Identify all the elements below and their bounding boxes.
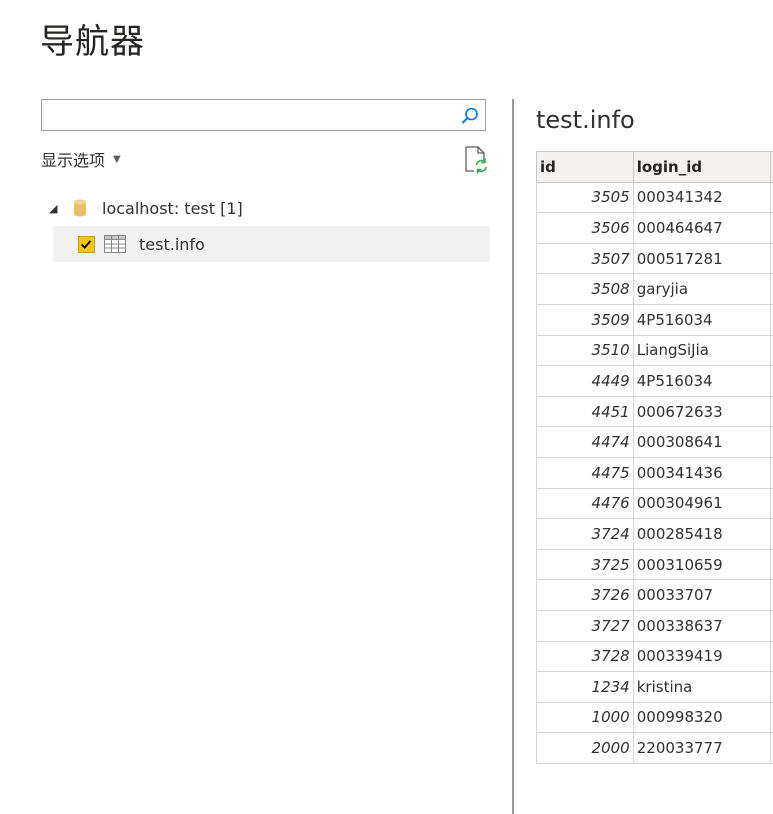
cell-login-id: 000304961: [632, 487, 771, 520]
cell-id: 3510: [536, 334, 634, 367]
cell-id: 4449: [536, 365, 634, 397]
cell-login-id: 000672633: [632, 395, 771, 428]
chevron-down-icon: ▼: [113, 153, 121, 165]
search-box[interactable]: [41, 99, 486, 131]
table-row: 1234 kristina: [536, 671, 773, 703]
cell-login-id: 4P516034: [632, 303, 771, 336]
database-icon: [74, 199, 86, 217]
table-row: 4449 4P516034: [536, 365, 773, 397]
cell-login-id: 000341436: [632, 456, 771, 489]
cell-id: 1000: [536, 701, 634, 734]
table-row: 3725 000310659: [536, 548, 773, 581]
cell-login-id: 00033707: [632, 579, 771, 611]
table-row: 3505 000341342: [536, 181, 773, 214]
cell-login-id: 4P516034: [632, 365, 771, 397]
page-title: 导航器: [40, 22, 145, 62]
cell-id: 4476: [536, 487, 634, 520]
cell-id: 3725: [536, 548, 634, 581]
table-row: 1000 000998320: [536, 701, 773, 734]
tree-item-table[interactable]: test.info: [53, 226, 490, 262]
cell-login-id: 000517281: [632, 242, 771, 275]
cell-id: 4451: [536, 395, 634, 428]
search-input[interactable]: [48, 104, 452, 128]
table-row: 3728 000339419: [536, 640, 773, 673]
cell-id: 4475: [536, 456, 634, 489]
pane-divider[interactable]: [512, 99, 514, 814]
checkmark-icon: [81, 239, 92, 249]
table-row: 3506 000464647: [536, 212, 773, 244]
table-row: 3507 000517281: [536, 242, 773, 275]
table-row: 4476 000304961: [536, 487, 773, 520]
cell-login-id: 000341342: [632, 181, 771, 214]
display-options-dropdown[interactable]: 显示选项 ▼: [41, 148, 121, 170]
cell-id: 3727: [536, 609, 634, 642]
cell-id: 3728: [536, 640, 634, 673]
tree-item-server[interactable]: ◢ localhost: test [1]: [49, 190, 490, 226]
cell-login-id: 000339419: [632, 640, 771, 673]
table-row: 3727 000338637: [536, 609, 773, 642]
triangle-expanded-icon[interactable]: ◢: [49, 202, 69, 215]
cell-id: 2000: [536, 732, 634, 764]
cell-login-id: 000285418: [632, 518, 771, 550]
cell-id: 3724: [536, 518, 634, 550]
table-checkbox[interactable]: [78, 235, 95, 253]
table-row: 3508 garyjia: [536, 273, 773, 305]
table-row: 3726 00033707: [536, 579, 773, 611]
display-options-label: 显示选项: [41, 151, 106, 170]
table-row: 4474 000308641: [536, 426, 773, 458]
column-header-id[interactable]: id: [536, 151, 634, 183]
cell-id: 3508: [536, 273, 634, 305]
tree-item-server-label: localhost: test [1]: [102, 198, 243, 218]
cell-login-id: 000464647: [632, 212, 771, 244]
table-row: 3724 000285418: [536, 518, 773, 550]
table-row: 2000 220033777: [536, 732, 773, 764]
cell-id: 3505: [536, 181, 634, 214]
cell-login-id: 000308641: [632, 426, 771, 458]
column-header-login-id[interactable]: login_id: [632, 151, 771, 183]
table-row: 4475 000341436: [536, 456, 773, 489]
cell-id: 3726: [536, 579, 634, 611]
preview-title: test.info: [536, 106, 635, 134]
cell-id: 3509: [536, 303, 634, 336]
refresh-icon[interactable]: [463, 146, 489, 174]
cell-login-id: LiangSiJia: [632, 334, 771, 367]
cell-login-id: 000998320: [632, 701, 771, 734]
table-row: 3510 LiangSiJia: [536, 334, 773, 367]
cell-id: 1234: [536, 671, 634, 703]
cell-login-id: kristina: [632, 671, 771, 703]
cell-login-id: 000310659: [632, 548, 771, 581]
search-icon[interactable]: [460, 106, 480, 126]
tree-item-table-label: test.info: [139, 234, 205, 254]
preview-table: id login_id 3505 000341342 3506 000464647 35…: [536, 151, 773, 764]
cell-id: 3506: [536, 212, 634, 244]
table-row: 3509 4P516034: [536, 303, 773, 336]
cell-id: 4474: [536, 426, 634, 458]
cell-id: 3507: [536, 242, 634, 275]
table-icon: [104, 235, 126, 253]
cell-login-id: garyjia: [632, 273, 771, 305]
table-header-row: id login_id: [536, 151, 773, 183]
table-row: 4451 000672633: [536, 395, 773, 428]
cell-login-id: 220033777: [632, 732, 771, 764]
cell-login-id: 000338637: [632, 609, 771, 642]
